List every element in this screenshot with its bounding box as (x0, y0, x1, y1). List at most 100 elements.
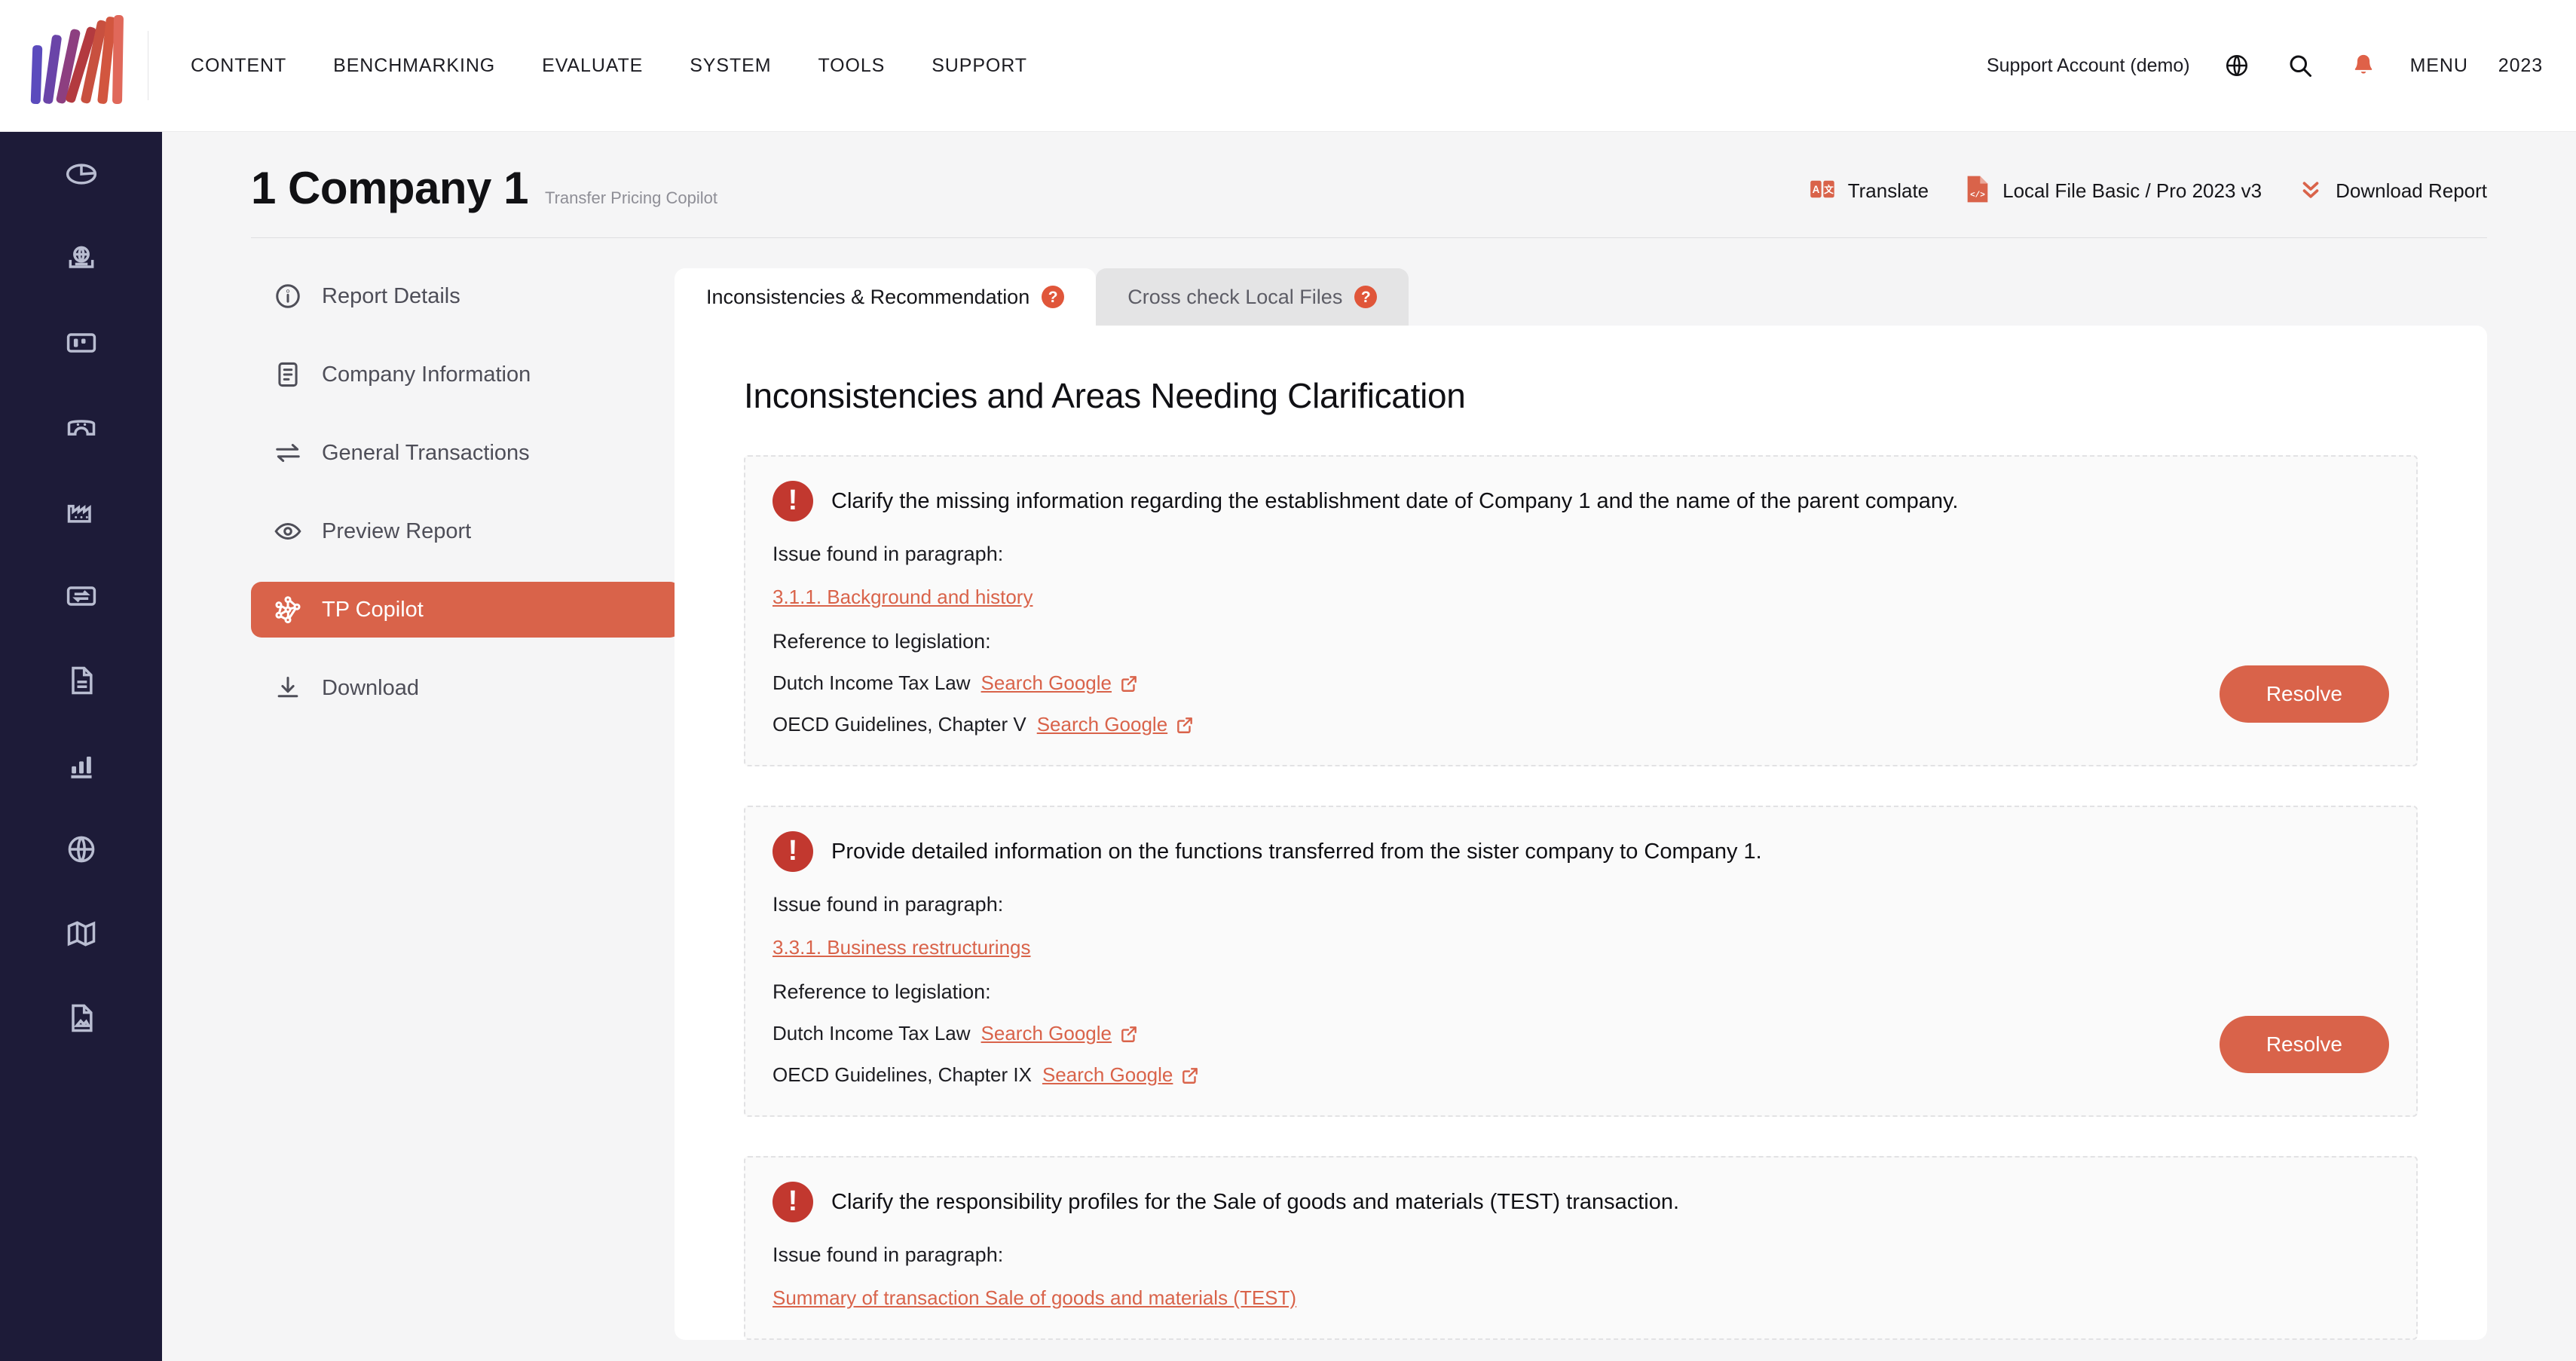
pie-chart-icon[interactable] (0, 132, 162, 216)
legislation-name: OECD Guidelines, Chapter IX (772, 1063, 1032, 1086)
sidebar-item-tp-copilot[interactable]: TP Copilot (251, 582, 681, 638)
map-icon[interactable] (0, 892, 162, 976)
search-icon[interactable] (2284, 49, 2317, 82)
resolve-button[interactable]: Resolve (2219, 1016, 2389, 1073)
section-nav: Report Details Company Information Gener… (162, 268, 681, 1340)
tab-label: Cross check Local Files (1127, 285, 1343, 308)
exchange-arrows-icon (272, 437, 304, 469)
tab-inconsistencies-recommendation[interactable]: Inconsistencies & Recommendation ? (675, 268, 1097, 326)
menu-button[interactable]: MENU (2410, 55, 2468, 77)
bar-chart-icon[interactable] (0, 723, 162, 807)
factory-icon[interactable] (0, 469, 162, 554)
globe-icon[interactable] (2220, 49, 2253, 82)
external-link-icon (1182, 1067, 1198, 1084)
legislation-label: Reference to legislation: (772, 980, 991, 1003)
svg-text:</>: </> (1970, 191, 1985, 200)
issue-header: ! Provide detailed information on the fu… (772, 831, 2389, 872)
globe-card-icon[interactable] (0, 216, 162, 301)
search-google-label: Search Google (1036, 713, 1168, 736)
account-name[interactable]: Support Account (demo) (1987, 55, 2190, 77)
translate-label: Translate (1847, 179, 1929, 202)
tab-cross-check-local-files[interactable]: Cross check Local Files ? (1096, 268, 1409, 326)
download-report-action[interactable]: Download Report (2298, 176, 2487, 206)
download-icon (272, 672, 304, 704)
external-link-icon (1177, 717, 1193, 733)
sidebar-item-label: Preview Report (322, 518, 472, 543)
resolve-button[interactable]: Resolve (2219, 665, 2389, 723)
nav-benchmarking[interactable]: BENCHMARKING (333, 55, 495, 77)
issue-card: ! Clarify the missing information regard… (744, 455, 2418, 766)
content-split: Report Details Company Information Gener… (162, 268, 2576, 1340)
external-link-icon (1121, 675, 1137, 692)
layout-panels-icon[interactable] (0, 301, 162, 385)
sidebar-item-general-transactions[interactable]: General Transactions (251, 425, 681, 481)
translate-icon: A 文 (1809, 176, 1836, 206)
main-nav: CONTENT BENCHMARKING EVALUATE SYSTEM TOO… (191, 55, 1027, 77)
legislation-row: OECD Guidelines, Chapter IX Search Googl… (772, 1063, 2389, 1087)
local-file-label: Local File Basic / Pro 2023 v3 (2002, 179, 2262, 202)
year-selector[interactable]: 2023 (2498, 55, 2543, 77)
legislation-row: OECD Guidelines, Chapter V Search Google (772, 713, 2389, 736)
search-google-link[interactable]: Search Google (1037, 713, 1195, 736)
alert-icon: ! (772, 831, 813, 872)
transfer-box-icon[interactable] (0, 554, 162, 638)
help-icon[interactable]: ? (1354, 286, 1378, 308)
translate-action[interactable]: A 文 Translate (1809, 176, 1929, 206)
sidebar-item-label: TP Copilot (322, 597, 424, 622)
search-google-link[interactable]: Search Google (1042, 1063, 1200, 1087)
header-actions: A 文 Translate </> Local File Basic / Pro… (1809, 174, 2487, 208)
page-subtitle: Transfer Pricing Copilot (544, 188, 717, 207)
search-google-link[interactable]: Search Google (981, 1022, 1139, 1045)
help-icon[interactable]: ? (1042, 286, 1065, 308)
paragraph-label: Issue found in paragraph: (772, 1243, 1004, 1266)
network-nodes-icon (272, 594, 304, 625)
sidebar-item-label: Download (322, 675, 419, 700)
nav-evaluate[interactable]: EVALUATE (542, 55, 643, 77)
paragraph-label: Issue found in paragraph: (772, 893, 1004, 916)
app-logo[interactable] (29, 14, 127, 115)
globe-grid-icon[interactable] (0, 807, 162, 892)
search-google-label: Search Google (981, 1022, 1112, 1044)
legislation-row: Dutch Income Tax Law Search Google (772, 671, 2389, 695)
legislation-name: OECD Guidelines, Chapter V (772, 713, 1026, 736)
local-file-action[interactable]: </> Local File Basic / Pro 2023 v3 (1965, 174, 2262, 208)
bridge-icon[interactable] (0, 385, 162, 469)
sidebar-item-download[interactable]: Download (251, 660, 681, 716)
issue-title: Clarify the responsibility profiles for … (831, 1190, 1680, 1214)
issue-card: ! Provide detailed information on the fu… (744, 806, 2418, 1117)
nav-content[interactable]: CONTENT (191, 55, 286, 77)
svg-text:文: 文 (1824, 184, 1834, 195)
nav-support[interactable]: SUPPORT (932, 55, 1027, 77)
legislation-name: Dutch Income Tax Law (772, 1022, 971, 1044)
page-header: 1 Company 1 Transfer Pricing Copilot A 文… (162, 132, 2576, 238)
nav-system[interactable]: SYSTEM (690, 55, 771, 77)
bell-icon[interactable] (2347, 49, 2380, 82)
paragraph-link[interactable]: 3.3.1. Business restructurings (772, 936, 1031, 959)
sidebar-item-label: Report Details (322, 283, 460, 308)
double-chevron-down-icon (2298, 176, 2324, 206)
eye-icon (272, 515, 304, 547)
paragraph-link[interactable]: Summary of transaction Sale of goods and… (772, 1286, 1296, 1310)
issue-title: Provide detailed information on the func… (831, 840, 1762, 864)
search-google-link[interactable]: Search Google (981, 671, 1139, 695)
issue-title: Clarify the missing information regardin… (831, 489, 1959, 513)
issue-header: ! Clarify the missing information regard… (772, 481, 2389, 521)
document-image-icon[interactable] (0, 976, 162, 1060)
paragraph-label: Issue found in paragraph: (772, 543, 1004, 565)
legislation-row: Dutch Income Tax Law Search Google (772, 1022, 2389, 1045)
sidebar-item-report-details[interactable]: Report Details (251, 268, 681, 324)
svg-text:A: A (1812, 184, 1819, 195)
panel-heading: Inconsistencies and Areas Needing Clarif… (744, 376, 1466, 415)
info-circle-icon (272, 280, 304, 312)
sidebar-item-company-information[interactable]: Company Information (251, 347, 681, 402)
sidebar-item-preview-report[interactable]: Preview Report (251, 503, 681, 559)
download-report-label: Download Report (2336, 179, 2487, 202)
panel-area: Inconsistencies & Recommendation ? Cross… (675, 268, 2576, 1340)
page-title: 1 Company 1 (251, 163, 528, 213)
nav-tools[interactable]: TOOLS (818, 55, 885, 77)
panel: Inconsistencies and Areas Needing Clarif… (675, 326, 2487, 1340)
document-lines-icon[interactable] (0, 638, 162, 723)
issue-card: ! Clarify the responsibility profiles fo… (744, 1156, 2418, 1340)
search-google-label: Search Google (1042, 1063, 1173, 1086)
paragraph-link[interactable]: 3.1.1. Background and history (772, 586, 1033, 609)
